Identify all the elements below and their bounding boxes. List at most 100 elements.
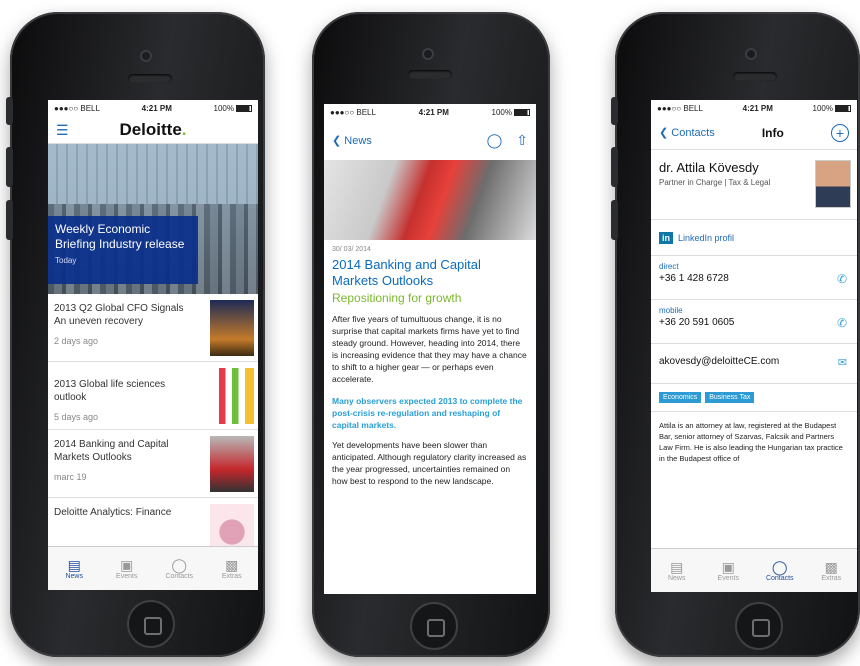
- tab-news[interactable]: ▤ News: [48, 547, 101, 590]
- front-camera: [422, 48, 434, 60]
- featured-article[interactable]: Weekly Economic Briefing Industry releas…: [48, 144, 258, 294]
- mute-switch: [6, 97, 13, 125]
- news-item[interactable]: 2013 Global life sciences outlook 5 days…: [48, 362, 258, 430]
- clock: 4:21 PM: [141, 103, 172, 113]
- battery-indicator: 100%: [492, 108, 530, 117]
- featured-title: Weekly Economic Briefing Industry releas…: [55, 222, 185, 251]
- article-date: 30/ 03/ 2014: [332, 246, 371, 253]
- email-address: akovesdy@deloitteCE.com: [659, 356, 780, 367]
- home-button[interactable]: [735, 602, 783, 650]
- nav-bar: ❮ Contacts Info +: [651, 116, 857, 150]
- hero-image: [48, 144, 258, 204]
- profile-icon[interactable]: ◯: [487, 132, 503, 149]
- featured-caption: Weekly Economic Briefing Industry releas…: [48, 216, 198, 284]
- battery-icon: [514, 108, 530, 116]
- tab-bar: ▤ News ▣ Events ◯ Contacts ▩ Extras: [48, 546, 258, 590]
- back-button[interactable]: ❮ Contacts: [659, 126, 715, 139]
- tab-bar: ▤ News ▣ Events ◯ Contacts ▩ Extras: [651, 548, 857, 592]
- tab-extras[interactable]: ▩ Extras: [206, 547, 259, 590]
- news-icon: ▤: [67, 557, 81, 573]
- carrier-label: ●●●○○ BELL: [330, 107, 376, 117]
- article-screen: ●●●○○ BELL 4:21 PM 100% ❮ News ◯ ⇧ 30/ 0…: [324, 104, 536, 594]
- nav-bar: ❮ News ◯ ⇧: [324, 120, 536, 160]
- home-button[interactable]: [410, 602, 458, 650]
- news-thumbnail: [210, 300, 254, 356]
- battery-icon: [835, 104, 851, 112]
- mobile-phone-row[interactable]: mobile +36 20 591 0605 ✆: [651, 300, 857, 344]
- mail-icon[interactable]: ✉: [838, 356, 847, 369]
- phone-icon[interactable]: ✆: [837, 316, 847, 330]
- status-bar: ●●●○○ BELL 4:21 PM 100%: [651, 100, 857, 116]
- front-camera: [140, 50, 152, 62]
- earpiece-speaker: [733, 72, 777, 81]
- linkedin-icon: in: [659, 231, 673, 244]
- linkedin-link[interactable]: in LinkedIn profil: [651, 220, 857, 256]
- news-item[interactable]: 2014 Banking and Capital Markets Outlook…: [48, 430, 258, 498]
- tag-list: Economics Business Tax: [651, 384, 857, 412]
- tab-contacts[interactable]: ◯ Contacts: [754, 549, 806, 592]
- article-body: 30/ 03/ 2014 2014 Banking and Capital Ma…: [324, 240, 536, 493]
- back-button[interactable]: ❮ News: [332, 134, 372, 147]
- phone-icon[interactable]: ✆: [837, 272, 847, 286]
- volume-up-button: [611, 147, 618, 187]
- tab-events[interactable]: ▣ Events: [703, 549, 755, 592]
- featured-date: Today: [55, 256, 77, 265]
- clock: 4:21 PM: [742, 103, 773, 113]
- menu-icon[interactable]: ☰: [56, 122, 69, 139]
- deloitte-logo: Deloitte.: [119, 119, 187, 139]
- mute-switch: [611, 97, 618, 125]
- nav-bar: ☰ Deloitte.: [48, 116, 258, 144]
- news-item-title: 2014 Banking and Capital Markets Outlook…: [54, 439, 169, 463]
- tag-business-tax[interactable]: Business Tax: [705, 392, 755, 403]
- calendar-icon: ▣: [120, 557, 134, 573]
- volume-up-button: [6, 147, 13, 187]
- article-image: [324, 160, 536, 240]
- direct-label: direct: [659, 262, 679, 271]
- front-camera: [745, 48, 757, 60]
- tab-news[interactable]: ▤ News: [651, 549, 703, 592]
- battery-icon: [236, 104, 252, 112]
- news-thumbnail: [210, 436, 254, 492]
- direct-number: +36 1 428 6728: [659, 273, 729, 284]
- email-row[interactable]: akovesdy@deloitteCE.com ✉: [651, 344, 857, 384]
- battery-indicator: 100%: [214, 104, 252, 113]
- news-item[interactable]: 2013 Q2 Global CFO Signals An uneven rec…: [48, 294, 258, 362]
- tray-icon: ▩: [824, 559, 838, 575]
- article-pull-quote: Many observers expected 2013 to complete…: [332, 396, 523, 430]
- article-paragraph: Yet developments have been slower than a…: [332, 440, 527, 486]
- calendar-icon: ▣: [721, 559, 735, 575]
- phone-news-list: ●●●○○ BELL 4:21 PM 100% ☰ Deloitte. Week…: [6, 12, 265, 657]
- volume-down-button: [6, 200, 13, 240]
- carrier-label: ●●●○○ BELL: [54, 103, 100, 113]
- tab-extras[interactable]: ▩ Extras: [806, 549, 858, 592]
- share-icon[interactable]: ⇧: [516, 132, 528, 149]
- status-bar: ●●●○○ BELL 4:21 PM 100%: [48, 100, 258, 116]
- home-button[interactable]: [127, 600, 175, 648]
- news-item-title: 2013 Global life sciences outlook: [54, 379, 166, 403]
- phone-contact-info: ●●●○○ BELL 4:21 PM 100% ❮ Contacts Info …: [611, 12, 860, 657]
- person-icon: ◯: [171, 557, 188, 573]
- contact-bio: Attila is an attorney at law, registered…: [659, 421, 843, 463]
- direct-phone-row[interactable]: direct +36 1 428 6728 ✆: [651, 256, 857, 300]
- tab-contacts[interactable]: ◯ Contacts: [153, 547, 206, 590]
- article-paragraph: After five years of tumultuous change, i…: [332, 314, 527, 384]
- volume-down-button: [611, 200, 618, 240]
- article-title: 2014 Banking and Capital Markets Outlook…: [332, 257, 481, 288]
- tab-events[interactable]: ▣ Events: [101, 547, 154, 590]
- earpiece-speaker: [128, 74, 172, 83]
- tag-economics[interactable]: Economics: [659, 392, 702, 403]
- status-bar: ●●●○○ BELL 4:21 PM 100%: [324, 104, 536, 120]
- clock: 4:21 PM: [418, 107, 449, 117]
- contact-header: dr. Attila Kövesdy Partner in Charge | T…: [651, 150, 857, 220]
- phone-article: ●●●○○ BELL 4:21 PM 100% ❮ News ◯ ⇧ 30/ 0…: [312, 12, 550, 657]
- tray-icon: ▩: [225, 557, 239, 573]
- news-screen: ●●●○○ BELL 4:21 PM 100% ☰ Deloitte. Week…: [48, 100, 258, 590]
- carrier-label: ●●●○○ BELL: [657, 103, 703, 113]
- earpiece-speaker: [408, 70, 452, 79]
- page-title: Info: [761, 125, 784, 140]
- nav-actions: ◯ ⇧: [487, 132, 528, 149]
- add-contact-icon[interactable]: +: [830, 123, 849, 142]
- article-subtitle: Repositioning for growth: [332, 291, 462, 305]
- mobile-label: mobile: [659, 306, 683, 315]
- news-item-title: Deloitte Analytics: Finance: [54, 507, 172, 518]
